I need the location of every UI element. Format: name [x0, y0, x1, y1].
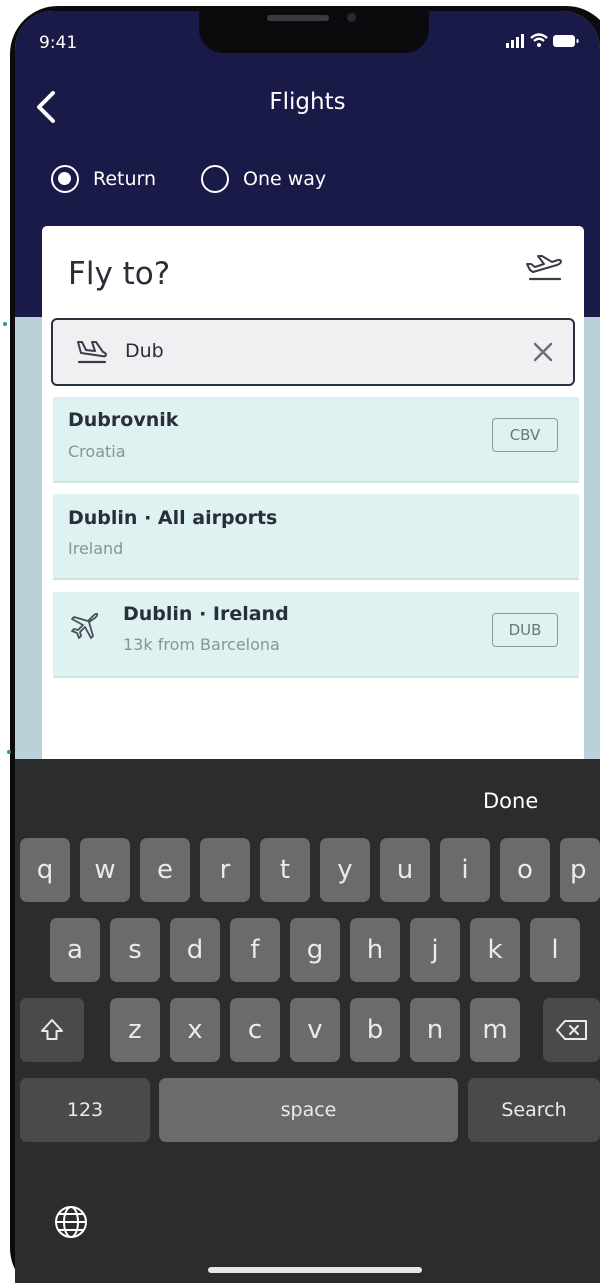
- page-title: Flights: [269, 89, 346, 115]
- search-key[interactable]: Search: [468, 1078, 600, 1142]
- key-j[interactable]: j: [410, 918, 460, 982]
- signal-wifi-battery-icon: [506, 33, 579, 48]
- key-u[interactable]: u: [380, 838, 430, 902]
- status-icons: [494, 31, 584, 51]
- key-f[interactable]: f: [230, 918, 280, 982]
- result-name: Dubrovnik: [68, 409, 179, 431]
- annotation-dot: [7, 750, 11, 754]
- trip-option-label: One way: [243, 168, 327, 190]
- key-a[interactable]: a: [50, 918, 100, 982]
- home-indicator: [208, 1267, 422, 1273]
- space-key[interactable]: space: [159, 1078, 458, 1142]
- card-title: Fly to?: [68, 256, 171, 292]
- status-time: 9:41: [39, 33, 78, 53]
- result-name: Dublin · All airports: [68, 507, 278, 529]
- key-e[interactable]: e: [140, 838, 190, 902]
- key-x[interactable]: x: [170, 998, 220, 1062]
- globe-icon[interactable]: [53, 1204, 89, 1240]
- delete-key[interactable]: [543, 998, 600, 1062]
- shift-key[interactable]: [20, 998, 84, 1062]
- keyboard: Done q w e r t y u i o p a s d f g h j k…: [15, 759, 600, 1283]
- result-country: Croatia: [68, 442, 126, 461]
- camera: [347, 13, 356, 22]
- key-p[interactable]: p: [560, 838, 600, 902]
- done-button[interactable]: Done: [483, 789, 538, 813]
- plane-takeoff-icon: [524, 251, 564, 285]
- result-distance: 13k from Barcelona: [123, 635, 280, 654]
- key-i[interactable]: i: [440, 838, 490, 902]
- key-c[interactable]: c: [230, 998, 280, 1062]
- key-w[interactable]: w: [80, 838, 130, 902]
- destination-card: Fly to? Dub Dubrovnik Croatia CBV Dublin…: [42, 226, 584, 786]
- key-l[interactable]: l: [530, 918, 580, 982]
- list-item[interactable]: Dublin · Ireland 13k from Barcelona DUB: [53, 592, 579, 678]
- key-s[interactable]: s: [110, 918, 160, 982]
- key-d[interactable]: d: [170, 918, 220, 982]
- key-h[interactable]: h: [350, 918, 400, 982]
- trip-option-label: Return: [93, 168, 157, 190]
- numbers-key[interactable]: 123: [20, 1078, 150, 1142]
- search-input[interactable]: Dub: [51, 318, 575, 386]
- result-name: Dublin · Ireland: [123, 603, 289, 625]
- key-k[interactable]: k: [470, 918, 520, 982]
- backspace-icon: [556, 1020, 587, 1040]
- key-q[interactable]: q: [20, 838, 70, 902]
- list-item[interactable]: Dubrovnik Croatia CBV: [53, 397, 579, 483]
- app-screen: 9:41 Flights Return One way Fly to? Dub …: [15, 11, 600, 1283]
- speaker: [267, 15, 329, 21]
- key-t[interactable]: t: [260, 838, 310, 902]
- annotation-dot: [3, 322, 7, 326]
- key-n[interactable]: n: [410, 998, 460, 1062]
- trip-option-return[interactable]: Return: [51, 163, 156, 195]
- radio-selected-icon: [51, 165, 79, 193]
- plane-icon: [67, 612, 101, 646]
- key-r[interactable]: r: [200, 838, 250, 902]
- notch: [199, 11, 429, 53]
- list-item[interactable]: Dublin · All airports Ireland: [53, 494, 579, 580]
- key-z[interactable]: z: [110, 998, 160, 1062]
- radio-unselected-icon: [201, 165, 229, 193]
- key-o[interactable]: o: [500, 838, 550, 902]
- key-v[interactable]: v: [290, 998, 340, 1062]
- shift-icon: [41, 1019, 63, 1040]
- result-country: Ireland: [68, 539, 124, 558]
- key-m[interactable]: m: [470, 998, 520, 1062]
- plane-landing-icon: [73, 336, 109, 368]
- key-g[interactable]: g: [290, 918, 340, 982]
- key-b[interactable]: b: [350, 998, 400, 1062]
- airport-code-badge: DUB: [492, 613, 558, 647]
- airport-code-badge: CBV: [492, 418, 558, 452]
- key-y[interactable]: y: [320, 838, 370, 902]
- trip-option-one-way[interactable]: One way: [201, 163, 326, 195]
- search-value: Dub: [125, 340, 164, 362]
- close-icon[interactable]: [529, 338, 557, 366]
